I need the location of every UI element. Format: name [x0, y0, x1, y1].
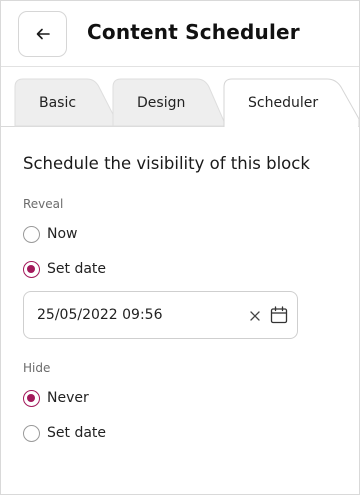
section-heading: Schedule the visibility of this block — [23, 154, 310, 173]
panel-header: Content Scheduler — [1, 1, 359, 67]
reveal-now-radio[interactable] — [23, 225, 40, 243]
tab-design[interactable]: Design — [137, 95, 185, 111]
page-title: Content Scheduler — [87, 20, 300, 44]
hide-set-date-option[interactable]: Set date — [23, 423, 106, 443]
reveal-set-date-radio[interactable] — [23, 260, 40, 278]
tab-basic[interactable]: Basic — [39, 95, 76, 111]
scheduler-panel: Content Scheduler Basic Design Scheduler… — [0, 0, 360, 495]
hide-never-label: Never — [47, 390, 89, 406]
calendar-icon[interactable] — [269, 305, 289, 325]
hide-never-option[interactable]: Never — [23, 388, 89, 408]
arrow-left-icon — [36, 28, 50, 40]
hide-never-radio[interactable] — [23, 389, 40, 407]
reveal-date-value[interactable]: 25/05/2022 09:56 — [37, 307, 163, 323]
reveal-label: Reveal — [23, 197, 64, 211]
reveal-set-date-label: Set date — [47, 261, 107, 277]
reveal-now-label: Now — [47, 226, 78, 242]
hide-set-date-label: Set date — [47, 425, 107, 441]
back-button[interactable] — [18, 11, 67, 57]
reveal-set-date-option[interactable]: Set date — [23, 259, 106, 279]
tab-bar: Basic Design Scheduler — [1, 67, 359, 127]
reveal-now-option[interactable]: Now — [23, 224, 78, 244]
hide-set-date-radio[interactable] — [23, 424, 40, 442]
close-icon[interactable] — [248, 308, 262, 322]
hide-label: Hide — [23, 361, 51, 375]
tab-scheduler[interactable]: Scheduler — [248, 95, 318, 111]
reveal-date-field[interactable]: 25/05/2022 09:56 — [23, 291, 298, 339]
